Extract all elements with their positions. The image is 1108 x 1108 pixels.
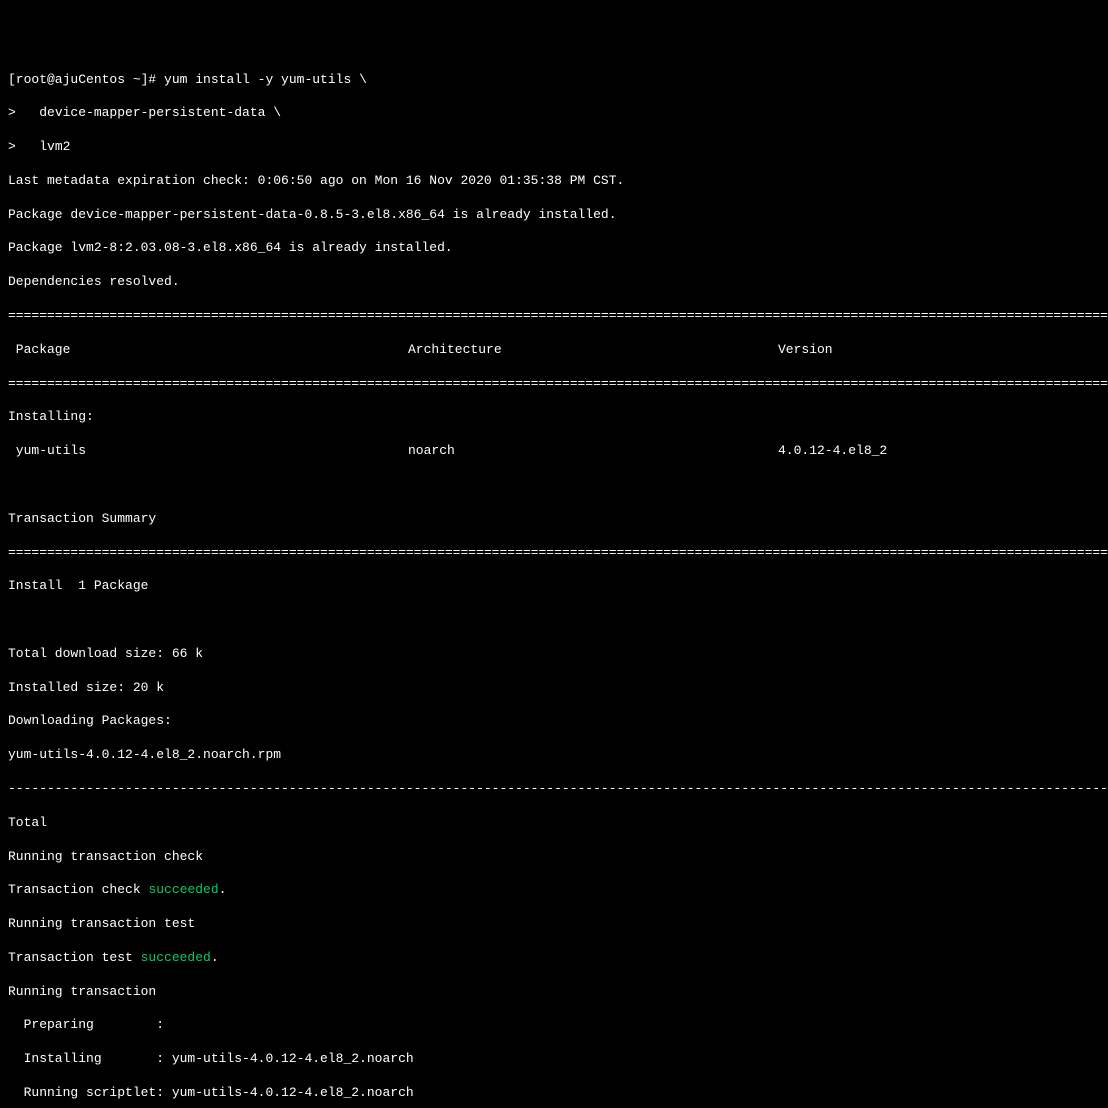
install-count: Install 1 Package xyxy=(8,578,1100,595)
install-row: yum-utils noarch 4.0.12-4.el8_2 xyxy=(8,443,1100,460)
already-installed-1: Package device-mapper-persistent-data-0.… xyxy=(8,207,1100,224)
blank-line xyxy=(8,477,1100,494)
prompt-prefix: [root@ajuCentos ~]# xyxy=(8,72,164,87)
row-arch: noarch xyxy=(408,443,778,460)
rpm-line: yum-utils-4.0.12-4.el8_2.noarch.rpm xyxy=(8,747,1100,764)
command-2: device-mapper-persistent-data \ xyxy=(39,105,281,120)
test-result: Transaction test succeeded. xyxy=(8,950,1100,967)
header-package: Package xyxy=(8,342,408,359)
check-running: Running transaction check xyxy=(8,849,1100,866)
continuation-line-1: > device-mapper-persistent-data \ xyxy=(8,105,1100,122)
blank-line xyxy=(8,612,1100,629)
deps-resolved: Dependencies resolved. xyxy=(8,274,1100,291)
preparing-line: Preparing : xyxy=(8,1017,1100,1034)
table-header-row: Package Architecture Version xyxy=(8,342,1100,359)
prompt-line-1: [root@ajuCentos ~]# yum install -y yum-u… xyxy=(8,72,1100,89)
running-transaction: Running transaction xyxy=(8,984,1100,1001)
separator-dash: ----------------------------------------… xyxy=(8,781,1100,798)
installing-label: Installing: xyxy=(8,409,1100,426)
cont-marker: > xyxy=(8,139,39,154)
separator-summary: ========================================… xyxy=(8,545,1100,562)
period: . xyxy=(219,882,227,897)
header-version: Version xyxy=(778,342,1100,359)
row-package: yum-utils xyxy=(8,443,408,460)
metadata-line: Last metadata expiration check: 0:06:50 … xyxy=(8,173,1100,190)
installing-line: Installing : yum-utils-4.0.12-4.el8_2.no… xyxy=(8,1051,1100,1068)
test-running: Running transaction test xyxy=(8,916,1100,933)
period: . xyxy=(211,950,219,965)
continuation-line-2: > lvm2 xyxy=(8,139,1100,156)
succeeded-text: succeeded xyxy=(148,882,218,897)
check-prefix: Transaction check xyxy=(8,882,148,897)
test-prefix: Transaction test xyxy=(8,950,141,965)
total-label: Total xyxy=(8,815,1100,832)
row-version: 4.0.12-4.el8_2 xyxy=(778,443,1100,460)
cont-marker: > xyxy=(8,105,39,120)
downloading-label: Downloading Packages: xyxy=(8,713,1100,730)
command-3: lvm2 xyxy=(39,139,70,154)
summary-label: Transaction Summary xyxy=(8,511,1100,528)
header-arch: Architecture xyxy=(408,342,778,359)
download-size: Total download size: 66 k xyxy=(8,646,1100,663)
installed-size: Installed size: 20 k xyxy=(8,680,1100,697)
separator-top: ========================================… xyxy=(8,308,1100,325)
command-1: yum install -y yum-utils \ xyxy=(164,72,367,87)
separator-header: ========================================… xyxy=(8,376,1100,393)
scriptlet-line: Running scriptlet: yum-utils-4.0.12-4.el… xyxy=(8,1085,1100,1102)
already-installed-2: Package lvm2-8:2.03.08-3.el8.x86_64 is a… xyxy=(8,240,1100,257)
succeeded-text: succeeded xyxy=(141,950,211,965)
check-result: Transaction check succeeded. xyxy=(8,882,1100,899)
